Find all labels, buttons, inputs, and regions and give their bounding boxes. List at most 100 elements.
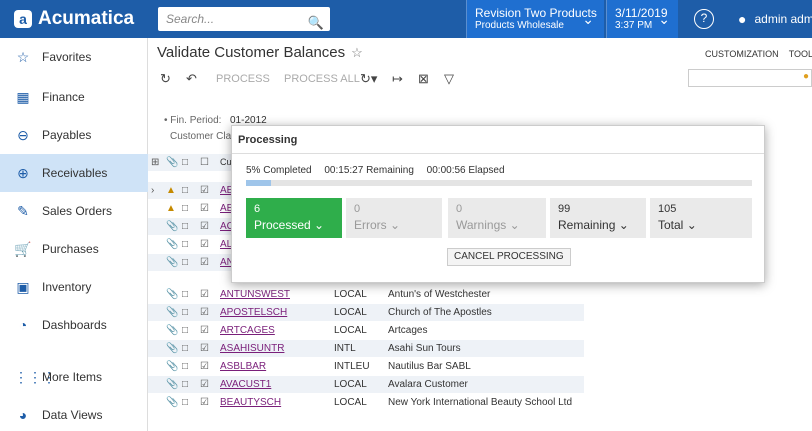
user-menu[interactable]: ● admin admi	[738, 0, 812, 38]
search-icon[interactable]: 🔍	[308, 11, 324, 35]
customer-id-link[interactable]: BEAUTYSCH	[220, 397, 281, 408]
sidebar-item-dashboards[interactable]: ◔ Dashboards	[0, 306, 148, 344]
filter-box[interactable]: ●	[688, 69, 812, 87]
row-checkbox[interactable]: ☑	[200, 239, 209, 250]
row-checkbox[interactable]: ☑	[200, 361, 209, 372]
undo-icon[interactable]: ↶	[186, 71, 197, 87]
process-all-button[interactable]: PROCESS ALL	[284, 73, 360, 85]
remaining-card[interactable]: 99 Remaining ⌄	[550, 198, 646, 238]
note-icon: □	[182, 343, 189, 354]
attachment-icon: 📎	[166, 307, 179, 318]
warnings-card[interactable]: 0 Warnings ⌄	[448, 198, 546, 238]
customer-id-link[interactable]: AVACUST1	[220, 379, 271, 390]
select-all-checkbox[interactable]: ☐	[200, 157, 209, 168]
help-icon[interactable]: ?	[694, 9, 714, 29]
remaining-count: 99	[558, 203, 571, 215]
customization-link[interactable]: CUSTOMIZATION	[705, 49, 779, 59]
logo[interactable]: a Acumatica	[0, 0, 148, 38]
sidebar-item-label: Sales Orders	[42, 204, 113, 218]
row-checkbox[interactable]: ☑	[200, 289, 209, 300]
remaining-label: Remaining	[558, 218, 616, 232]
sidebar-item-label: Payables	[42, 128, 92, 142]
user-name: admin admi	[754, 12, 812, 26]
row-checkbox[interactable]: ☑	[200, 397, 209, 408]
chevron-down-icon: ⌄	[582, 11, 594, 27]
attachment-icon: 📎	[166, 221, 179, 232]
attachment-icon: 📎	[166, 343, 179, 354]
export-excel-icon[interactable]: ⊠	[418, 71, 429, 87]
customer-id-link[interactable]: ASBLBAR	[220, 361, 266, 372]
sidebar-item-inventory[interactable]: ▣ Inventory	[0, 268, 148, 306]
favorite-star-icon[interactable]: ☆	[351, 45, 363, 60]
sidebar-item-label: Dashboards	[42, 318, 107, 332]
row-checkbox[interactable]: ☑	[200, 343, 209, 354]
attachment-icon: 📎	[166, 397, 179, 408]
table-row[interactable]: 📎 □ ☑ BEAUTYSCH LOCAL New York Internati…	[148, 394, 584, 412]
row-selector-icon[interactable]: ⊞	[151, 157, 159, 168]
row-checkbox[interactable]: ☑	[200, 325, 209, 336]
sidebar-item-more-items[interactable]: ⋮⋮⋮ More Items	[0, 358, 148, 396]
attachment-icon: ▲	[166, 203, 176, 214]
row-checkbox[interactable]: ☑	[200, 203, 209, 214]
column-header-customer[interactable]: Cu	[220, 157, 232, 167]
customer-name-cell: Avalara Customer	[388, 379, 468, 390]
refresh-icon[interactable]: ↻	[160, 71, 171, 87]
process-button[interactable]: PROCESS	[216, 73, 270, 85]
note-icon: □	[182, 203, 189, 214]
sidebar-item-purchases[interactable]: 🛒 Purchases	[0, 230, 148, 268]
elapsed-time: 00:00:56 Elapsed	[426, 165, 505, 176]
processing-status: 5% Completed 00:15:27 Remaining 00:00:56…	[246, 165, 515, 176]
table-row[interactable]: 📎 □ ☑ ANTUNSWEST LOCAL Antun's of Westch…	[148, 286, 584, 304]
attachment-icon: 📎	[166, 239, 179, 250]
row-checkbox[interactable]: ☑	[200, 185, 209, 196]
warnings-count: 0	[456, 203, 463, 215]
sidebar-item-payables[interactable]: ⊖ Payables	[0, 116, 148, 154]
customer-id-link[interactable]: ASAHISUNTR	[220, 343, 284, 354]
grid-dots-icon: ⋮⋮⋮	[14, 368, 56, 385]
note-icon: □	[182, 289, 189, 300]
sidebar-item-sales-orders[interactable]: ✎ Sales Orders	[0, 192, 148, 230]
attachment-icon: 📎	[166, 289, 179, 300]
table-row[interactable]: 📎 □ ☑ ASBLBAR INTLEU Nautilus Bar SABL	[148, 358, 584, 376]
row-checkbox[interactable]: ☑	[200, 221, 209, 232]
table-row[interactable]: 📎 □ ☑ ARTCAGES LOCAL Artcages	[148, 322, 584, 340]
business-date-selector[interactable]: 3/11/2019 3:37 PM ⌄	[606, 0, 678, 38]
schedule-icon[interactable]: ↻▾	[360, 71, 377, 87]
cancel-processing-button[interactable]: CANCEL PROCESSING	[447, 248, 571, 266]
customer-id-link[interactable]: APOSTELSCH	[220, 307, 287, 318]
table-row[interactable]: 📎 □ ☑ APOSTELSCH LOCAL Church of The Apo…	[148, 304, 584, 322]
table-row[interactable]: 📎 □ ☑ ASAHISUNTR INTL Asahi Sun Tours	[148, 340, 584, 358]
sidebar-item-receivables[interactable]: ⊕ Receivables	[0, 154, 148, 192]
filter-icon[interactable]: ▽	[444, 71, 454, 87]
customer-id-link[interactable]: ANTUNSWEST	[220, 289, 290, 300]
sidebar-item-label: Purchases	[42, 242, 99, 256]
row-checkbox[interactable]: ☑	[200, 379, 209, 390]
errors-count: 0	[354, 203, 361, 215]
chevron-down-icon: ⌄	[509, 218, 520, 232]
cart-icon: 🛒	[14, 240, 32, 257]
search-input[interactable]: Search... 🔍	[158, 7, 330, 31]
tools-link[interactable]: TOOL	[789, 49, 812, 59]
chevron-right-icon: ›	[151, 185, 155, 196]
attachment-icon: 📎	[166, 379, 179, 390]
errors-card[interactable]: 0 Errors ⌄	[346, 198, 442, 238]
gauge-icon: ◔	[18, 317, 28, 333]
processed-count: 6	[254, 203, 261, 215]
sidebar: ☆ Favorites ▦ Finance ⊖ Payables ⊕ Receivabl…	[0, 38, 148, 431]
table-row[interactable]: 📎 □ ☑ AVACUST1 LOCAL Avalara Customer	[148, 376, 584, 394]
chevron-down-icon: ⌄	[658, 11, 670, 27]
customer-id-link[interactable]: ARTCAGES	[220, 325, 275, 336]
row-checkbox[interactable]: ☑	[200, 257, 209, 268]
sidebar-item-favorites[interactable]: ☆ Favorites	[0, 38, 148, 76]
header-links: CUSTOMIZATION TOOL	[705, 49, 812, 59]
calculator-icon: ▦	[16, 88, 30, 105]
total-card[interactable]: 105 Total ⌄	[650, 198, 752, 238]
row-checkbox[interactable]: ☑	[200, 307, 209, 318]
sidebar-item-finance[interactable]: ▦ Finance	[0, 78, 148, 116]
user-icon: ●	[738, 11, 747, 27]
sidebar-item-data-views[interactable]: ◕ Data Views	[0, 396, 148, 431]
tenant-selector[interactable]: Revision Two Products Products Wholesale…	[466, 0, 604, 38]
sidebar-item-label: Favorites	[42, 50, 92, 64]
fit-columns-icon[interactable]: ↦	[392, 71, 403, 87]
processed-card[interactable]: 6 Processed ⌄	[246, 198, 342, 238]
